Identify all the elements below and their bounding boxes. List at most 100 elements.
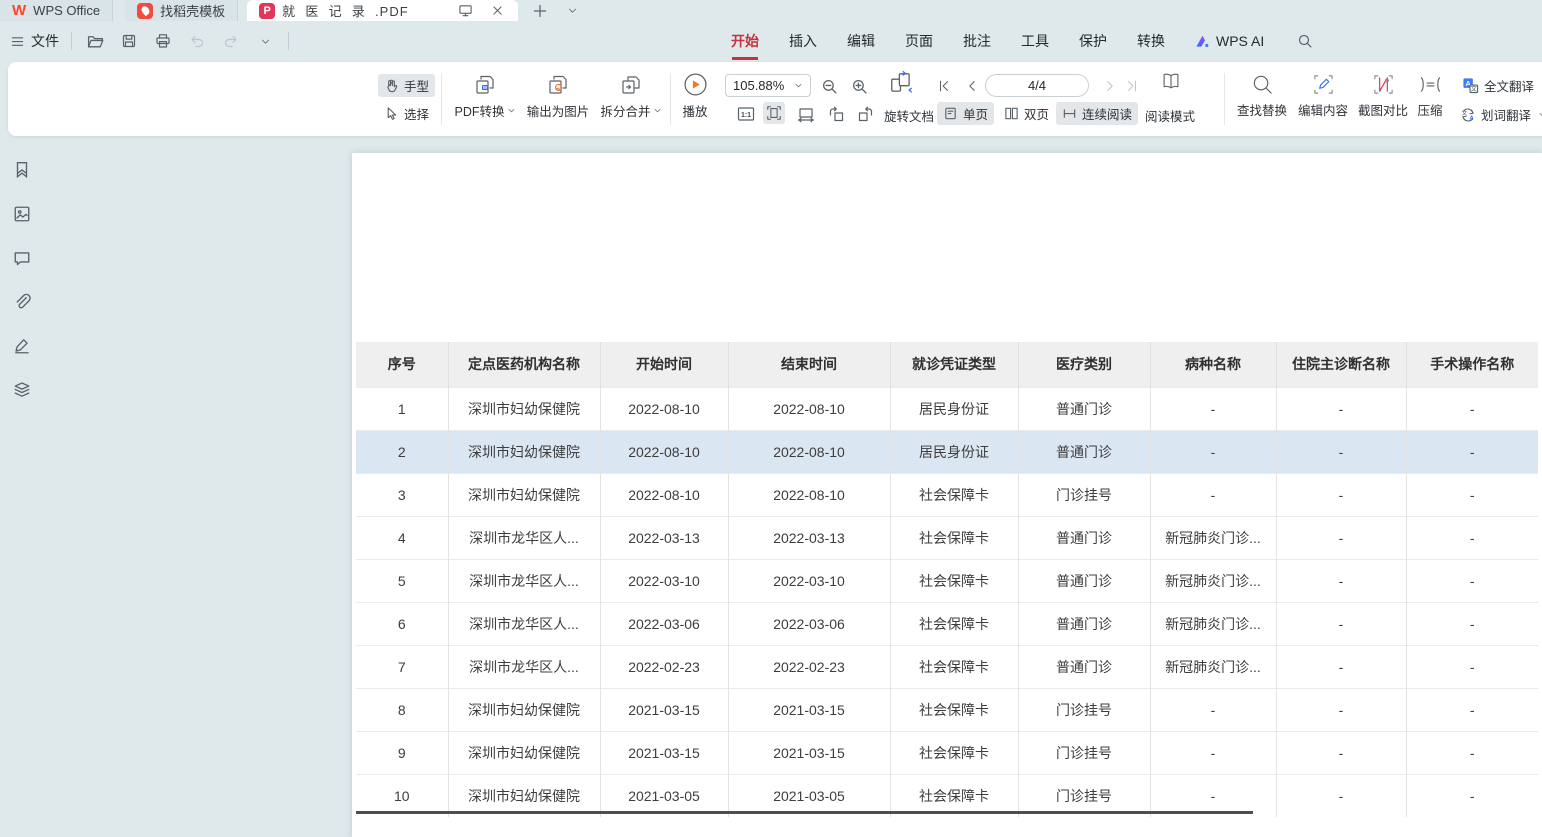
last-page-icon[interactable] — [1121, 75, 1143, 97]
redo-icon[interactable] — [220, 30, 242, 52]
comment-icon[interactable] — [10, 246, 34, 270]
fit-width-button[interactable] — [795, 103, 817, 125]
svg-text:文: 文 — [1471, 85, 1477, 93]
play-button[interactable]: 播放 — [680, 72, 710, 120]
close-tab-icon[interactable] — [486, 0, 510, 23]
column-header: 开始时间 — [600, 342, 728, 387]
zoom-out-icon[interactable] — [818, 75, 840, 97]
rotate-document-label[interactable]: 旋转文档 — [884, 106, 934, 125]
word-translate-button[interactable]: 文A 划词翻译 — [1454, 103, 1542, 126]
table-header-row: 序号定点医药机构名称开始时间结束时间就诊凭证类型医疗类别病种名称住院主诊断名称手… — [356, 342, 1538, 387]
tab-list-chevron-icon[interactable] — [561, 0, 585, 23]
menu-page[interactable]: 页面 — [905, 31, 933, 51]
table-cell: 深圳市妇幼保健院 — [448, 387, 600, 430]
pdf-convert-button[interactable]: W PDF转换 — [450, 73, 520, 120]
open-file-icon[interactable] — [84, 30, 106, 52]
menu-search-icon[interactable] — [1294, 30, 1316, 52]
new-tab-button[interactable] — [528, 0, 552, 23]
pdf-convert-label: PDF转换 — [454, 101, 504, 120]
menu-comment[interactable]: 批注 — [963, 31, 991, 51]
select-tool-button[interactable]: 选择 — [378, 102, 435, 125]
table-cell: 社会保障卡 — [890, 645, 1018, 688]
file-menu-label: 文件 — [31, 31, 59, 51]
menu-edit[interactable]: 编辑 — [847, 31, 875, 51]
table-cell: 2021-03-15 — [600, 688, 728, 731]
layers-icon[interactable] — [10, 378, 34, 402]
menu-convert[interactable]: 转换 — [1137, 31, 1165, 51]
column-header: 住院主诊断名称 — [1276, 342, 1406, 387]
single-page-label: 单页 — [963, 104, 988, 123]
tab-docer[interactable]: 找稻壳模板 — [125, 0, 238, 21]
divider — [670, 73, 671, 125]
read-mode-book-icon[interactable] — [1160, 71, 1182, 93]
table-cell: - — [1276, 516, 1406, 559]
tab-wps-office[interactable]: W WPS Office — [0, 0, 113, 21]
table-cell: - — [1276, 731, 1406, 774]
divider — [71, 32, 72, 50]
actual-size-button[interactable]: 1:1 — [735, 103, 757, 125]
table-cell: - — [1276, 774, 1406, 817]
file-menu-button[interactable]: 文件 — [10, 31, 59, 51]
svg-text:文: 文 — [1462, 109, 1468, 117]
screenshot-compare-button[interactable]: 截图对比 — [1352, 73, 1414, 119]
present-to-screen-icon[interactable] — [454, 0, 478, 23]
bookmark-icon[interactable] — [10, 158, 34, 182]
table-cell: 4 — [356, 516, 448, 559]
print-icon[interactable] — [152, 30, 174, 52]
column-header: 手术操作名称 — [1406, 342, 1538, 387]
table-cell: - — [1276, 430, 1406, 473]
prev-page-icon[interactable] — [961, 75, 983, 97]
side-rail — [0, 140, 44, 402]
menu-tools[interactable]: 工具 — [1021, 31, 1049, 51]
table-cell: 门诊挂号 — [1018, 688, 1150, 731]
svg-text:W: W — [483, 85, 488, 90]
divider — [441, 73, 442, 125]
rotate-right-button[interactable] — [855, 103, 877, 125]
signature-icon[interactable] — [10, 334, 34, 358]
undo-redo-chevron-icon[interactable] — [254, 30, 276, 52]
next-page-icon[interactable] — [1099, 75, 1121, 97]
table-cell: - — [1150, 430, 1276, 473]
menu-insert[interactable]: 插入 — [789, 31, 817, 51]
attachment-icon[interactable] — [10, 290, 34, 314]
table-cell: 普通门诊 — [1018, 387, 1150, 430]
menu-protect[interactable]: 保护 — [1079, 31, 1107, 51]
table-cell: 深圳市妇幼保健院 — [448, 688, 600, 731]
table-cell: - — [1406, 731, 1538, 774]
fit-page-icon — [766, 104, 782, 122]
edit-content-button[interactable]: 编辑内容 — [1292, 73, 1354, 119]
tab-document[interactable]: P 就 医 记 录 .PDF — [247, 0, 518, 21]
page-number-input[interactable] — [985, 74, 1089, 97]
rotate-left-button[interactable] — [825, 103, 847, 125]
menu-home[interactable]: 开始 — [731, 31, 759, 51]
single-page-icon — [943, 106, 958, 121]
table-cell: 2022-03-06 — [728, 602, 890, 645]
menu-wps-ai[interactable]: WPS AI — [1195, 33, 1264, 49]
zoom-in-icon[interactable] — [848, 75, 870, 97]
rotate-document-icon[interactable] — [888, 70, 914, 96]
fit-page-button[interactable] — [763, 102, 785, 124]
hand-tool-button[interactable]: 手型 — [378, 74, 435, 97]
full-translate-button[interactable]: A文 全文翻译 — [1456, 74, 1540, 97]
table-cell: 社会保障卡 — [890, 516, 1018, 559]
split-merge-button[interactable]: 拆分合并 — [596, 73, 666, 120]
thumbnails-icon[interactable] — [10, 202, 34, 226]
table-cell: 普通门诊 — [1018, 559, 1150, 602]
table-cell: - — [1406, 473, 1538, 516]
single-page-button[interactable]: 单页 — [937, 102, 994, 125]
first-page-icon[interactable] — [933, 75, 955, 97]
find-replace-button[interactable]: 查找替换 — [1230, 73, 1294, 119]
save-icon[interactable] — [118, 30, 140, 52]
svg-text:A: A — [1469, 115, 1474, 121]
table-cell: 新冠肺炎门诊... — [1150, 559, 1276, 602]
zoom-select[interactable]: 105.88% — [725, 74, 811, 97]
compress-button[interactable]: 压缩 — [1408, 73, 1452, 119]
continuous-read-button[interactable]: 连续阅读 — [1056, 102, 1138, 125]
compress-icon — [1419, 73, 1442, 96]
divider — [1224, 73, 1225, 125]
read-mode-label[interactable]: 阅读模式 — [1145, 106, 1195, 125]
undo-icon[interactable] — [186, 30, 208, 52]
table-cell: - — [1406, 774, 1538, 817]
export-image-button[interactable]: 输出为图片 — [522, 73, 594, 120]
find-replace-icon — [1251, 73, 1274, 96]
